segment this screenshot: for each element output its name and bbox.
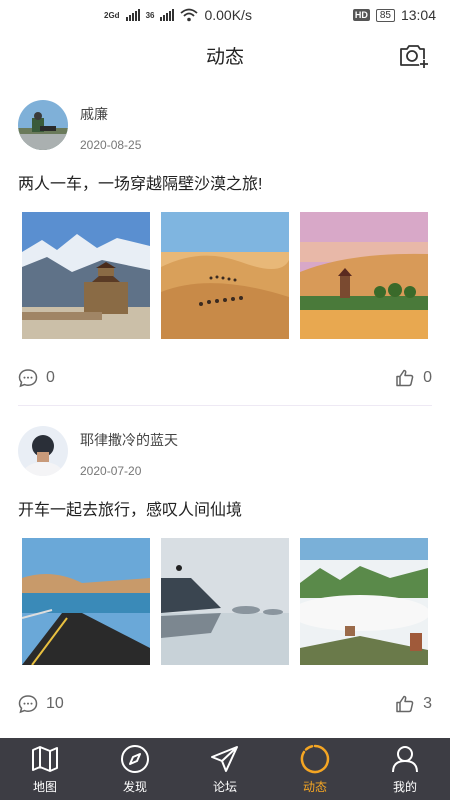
tab-profile[interactable]: 我的 <box>360 738 450 800</box>
post-card: 戚廉 2020-08-25 两人一车，一场穿越隔壁沙漠之旅! 0 0 <box>0 80 450 406</box>
tab-label: 地图 <box>32 780 57 794</box>
post-actions: 0 0 <box>18 359 432 397</box>
post-image[interactable] <box>22 212 150 339</box>
like-count: 0 <box>423 369 432 386</box>
like-button[interactable]: 0 <box>395 368 432 388</box>
post-text: 两人一车，一场穿越隔壁沙漠之旅! <box>18 176 263 193</box>
avatar[interactable] <box>18 426 68 476</box>
post-card: 耶律撒冷的蓝天 2020-07-20 开车一起去旅行，感叹人间仙境 10 3 <box>0 406 450 723</box>
signal-icon-2 <box>160 9 175 21</box>
like-button[interactable]: 3 <box>395 694 432 714</box>
status-right: HD 85 13:04 <box>352 7 436 23</box>
map-icon <box>32 746 58 772</box>
avatar[interactable] <box>18 100 68 150</box>
tab-map[interactable]: 地图 <box>0 738 90 800</box>
network-speed: 0.00K/s <box>204 7 252 23</box>
thumbs-up-icon <box>396 695 414 713</box>
feed-list[interactable]: 戚廉 2020-08-25 两人一车，一场穿越隔壁沙漠之旅! 0 0 耶律撒冷的… <box>0 80 450 738</box>
status-bar: 2Gd 36 0.00K/s HD 85 13:04 <box>0 0 450 30</box>
username[interactable]: 戚廉 <box>80 104 141 124</box>
post-image[interactable] <box>22 538 150 665</box>
comment-icon <box>18 369 38 388</box>
signal-icon <box>125 9 140 21</box>
network-type-label-2: 36 <box>145 10 155 20</box>
tab-label: 论坛 <box>212 780 237 794</box>
tab-label: 动态 <box>302 780 327 794</box>
compass-icon <box>121 745 149 773</box>
comment-count: 0 <box>46 369 55 386</box>
loading-ring-icon <box>300 744 330 774</box>
comment-count: 10 <box>46 695 64 712</box>
comment-icon <box>18 695 38 714</box>
page-header: 动态 <box>0 30 450 80</box>
page-title: 动态 <box>205 46 244 68</box>
hd-badge: HD <box>352 9 370 21</box>
username[interactable]: 耶律撒冷的蓝天 <box>80 430 178 450</box>
post-images <box>18 538 432 665</box>
bottom-tab-bar: 地图 发现 论坛 动态 我的 <box>0 738 450 800</box>
post-image[interactable] <box>300 212 428 339</box>
post-image[interactable] <box>161 212 289 339</box>
camera-plus-icon[interactable] <box>398 39 430 71</box>
tab-forum[interactable]: 论坛 <box>180 738 270 800</box>
wifi-icon <box>180 8 199 22</box>
post-text: 开车一起去旅行，感叹人间仙境 <box>18 502 243 519</box>
status-indicators: 2Gd 36 0.00K/s <box>104 7 252 23</box>
post-date: 2020-07-20 <box>80 464 142 478</box>
battery-icon: 85 <box>375 8 395 22</box>
tab-label: 我的 <box>392 780 417 794</box>
network-type-label: 2Gd <box>104 10 120 20</box>
post-image[interactable] <box>161 538 289 665</box>
post-actions: 10 3 <box>18 685 432 723</box>
post-header: 耶律撒冷的蓝天 2020-07-20 <box>18 406 432 486</box>
user-icon <box>392 746 418 773</box>
tab-discover[interactable]: 发现 <box>90 738 180 800</box>
clock: 13:04 <box>400 7 436 23</box>
comment-button[interactable]: 10 <box>18 694 64 714</box>
post-header: 戚廉 2020-08-25 <box>18 80 432 160</box>
like-count: 3 <box>423 695 432 712</box>
post-images <box>18 212 432 339</box>
paper-plane-icon <box>211 746 238 772</box>
tab-label: 发现 <box>122 780 147 794</box>
tab-moments[interactable]: 动态 <box>270 738 360 800</box>
thumbs-up-icon <box>396 369 414 387</box>
post-date: 2020-08-25 <box>80 138 142 152</box>
comment-button[interactable]: 0 <box>18 368 55 388</box>
post-image[interactable] <box>300 538 428 665</box>
